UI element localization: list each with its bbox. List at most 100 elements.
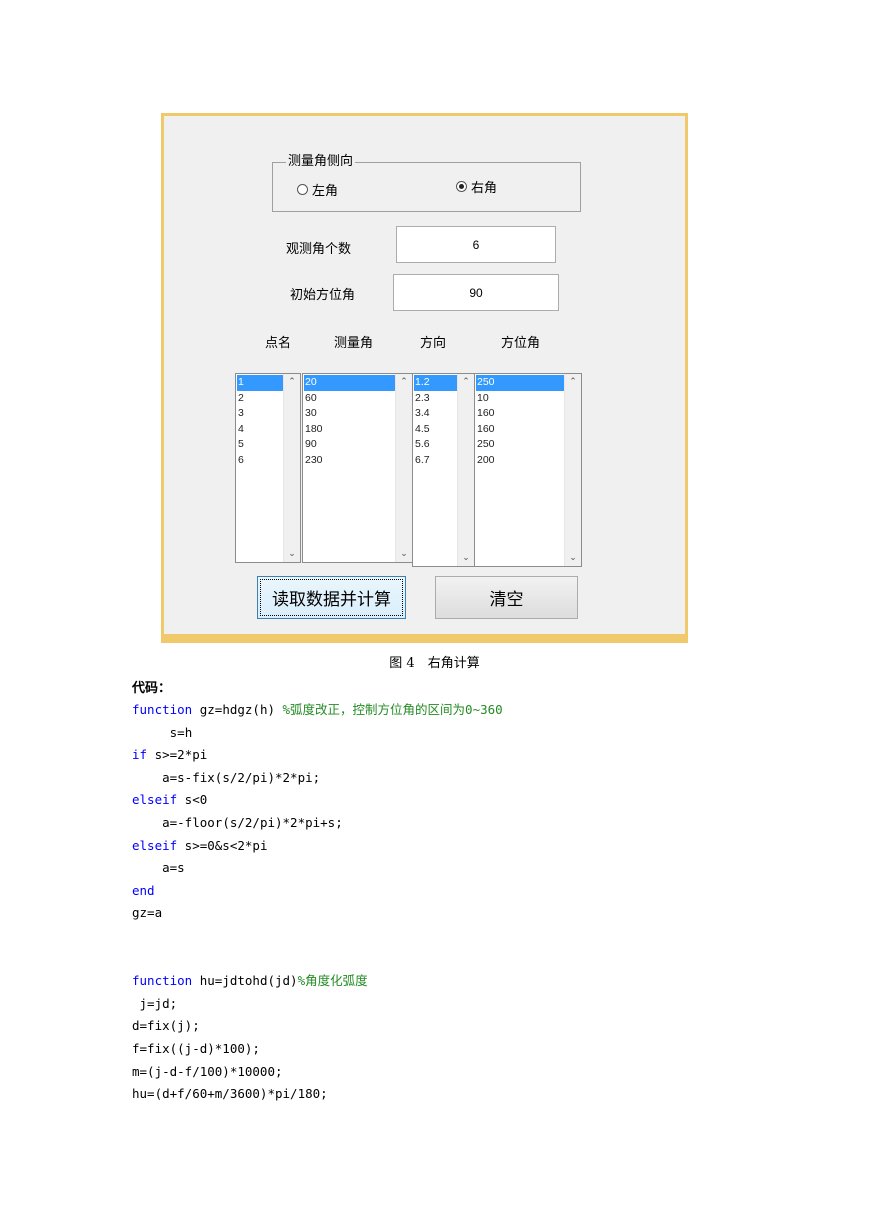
list-item[interactable]: 6.7: [414, 453, 457, 469]
list-item[interactable]: 3.4: [414, 406, 457, 422]
chevron-up-icon[interactable]: ⌃: [396, 375, 412, 389]
chevron-up-icon[interactable]: ⌃: [284, 375, 300, 389]
code-text: m=(j-d-f/100)*10000;: [132, 1063, 283, 1079]
code-comment: %弧度改正，控制方位角的区间为0~360: [282, 702, 503, 717]
angle-side-group-title: 测量角侧向: [286, 154, 356, 170]
chevron-up-icon[interactable]: ⌃: [565, 375, 581, 389]
list-item[interactable]: 4.5: [414, 422, 457, 438]
code-line: m=(j-d-f/100)*10000;: [132, 1061, 503, 1084]
list-item[interactable]: 5: [237, 437, 283, 453]
list-item[interactable]: 10: [476, 391, 564, 407]
list-item[interactable]: 30: [304, 406, 395, 422]
code-text: a=s-fix(s/2/pi)*2*pi;: [162, 769, 321, 785]
code-line: elseif s<0: [132, 789, 503, 812]
code-text: j=jd;: [139, 995, 178, 1011]
list-item[interactable]: 200: [476, 453, 564, 469]
list-item[interactable]: 60: [304, 391, 395, 407]
code-line: elseif s>=0&s<2*pi: [132, 835, 503, 858]
chevron-down-icon[interactable]: ⌄: [396, 547, 412, 561]
gui-window: 测量角侧向 左角 右角 观测角个数 6 初始方位角 90 点名 测量角 方向 方…: [164, 116, 685, 634]
code-text: gz=a: [132, 905, 163, 921]
code-text: s=h: [169, 724, 193, 740]
list-item[interactable]: 1.2: [414, 375, 457, 391]
radio-off-icon: [297, 184, 308, 195]
code-keyword: if: [132, 747, 148, 763]
code-line: a=s: [132, 857, 503, 880]
code-text: gz=hdgz(h): [192, 702, 283, 717]
figure-caption: 图 4 右角计算: [389, 656, 480, 671]
direction-items: 1.2 2.3 3.4 4.5 5.6 6.7: [414, 375, 457, 468]
radio-left-angle[interactable]: 左角: [297, 180, 338, 199]
code-line: a=-floor(s/2/pi)*2*pi+s;: [132, 812, 503, 835]
scrollbar[interactable]: ⌃ ⌄: [564, 374, 581, 566]
list-item[interactable]: 160: [476, 422, 564, 438]
list-item[interactable]: 6: [237, 453, 283, 469]
count-label: 观测角个数: [286, 242, 352, 257]
code-keyword: function: [132, 973, 193, 989]
code-line: end: [132, 880, 503, 903]
code-block: function gz=hdgz(h) %弧度改正，控制方位角的区间为0~360…: [132, 699, 503, 1106]
code-text: a=s: [162, 860, 185, 876]
point-name-listbox[interactable]: 1 2 3 4 5 6 ⌃ ⌄: [235, 373, 301, 563]
list-item[interactable]: 1: [237, 375, 283, 391]
list-item[interactable]: 4: [237, 422, 283, 438]
read-and-compute-button[interactable]: 读取数据并计算: [257, 576, 406, 619]
initial-azimuth-input[interactable]: 90: [393, 274, 559, 311]
scrollbar[interactable]: ⌃ ⌄: [283, 374, 300, 562]
code-text: s<0: [177, 792, 208, 808]
code-keyword: function: [132, 702, 193, 717]
scrollbar[interactable]: ⌃ ⌄: [395, 374, 412, 562]
code-text: hu=jdtohd(jd): [192, 973, 298, 989]
radio-right-angle-label: 右角: [471, 181, 498, 196]
chevron-down-icon[interactable]: ⌄: [565, 551, 581, 565]
code-line: s=h: [132, 722, 503, 745]
azimuth-listbox[interactable]: 250 10 160 160 250 200 ⌃ ⌄: [474, 373, 582, 567]
point-name-items: 1 2 3 4 5 6: [237, 375, 283, 468]
measured-angle-items: 20 60 30 180 90 230: [304, 375, 395, 468]
list-item[interactable]: 230: [304, 453, 395, 469]
code-keyword: elseif: [132, 837, 178, 853]
code-line: j=jd;: [132, 993, 503, 1016]
column-header-azimuth: 方位角: [501, 336, 541, 351]
gui-screenshot-frame: 测量角侧向 左角 右角 观测角个数 6 初始方位角 90 点名 测量角 方向 方…: [161, 113, 688, 643]
direction-listbox[interactable]: 1.2 2.3 3.4 4.5 5.6 6.7 ⌃ ⌄: [412, 373, 475, 567]
count-input[interactable]: 6: [396, 226, 556, 263]
measured-angle-listbox[interactable]: 20 60 30 180 90 230 ⌃ ⌄: [302, 373, 413, 563]
radio-right-angle[interactable]: 右角: [456, 177, 497, 196]
code-text: a=-floor(s/2/pi)*2*pi+s;: [162, 814, 343, 830]
code-line: d=fix(j);: [132, 1015, 503, 1038]
code-text: s>=2*pi: [147, 747, 208, 763]
chevron-down-icon[interactable]: ⌄: [284, 547, 300, 561]
radio-on-icon: [456, 181, 467, 192]
code-line: gz=a: [132, 902, 503, 925]
scrollbar[interactable]: ⌃ ⌄: [457, 374, 474, 566]
angle-side-group: 测量角侧向 左角 右角: [272, 154, 581, 212]
list-item[interactable]: 160: [476, 406, 564, 422]
column-header-direction: 方向: [420, 336, 447, 351]
list-item[interactable]: 2: [237, 391, 283, 407]
list-item[interactable]: 3: [237, 406, 283, 422]
list-item[interactable]: 180: [304, 422, 395, 438]
clear-button[interactable]: 清空: [435, 576, 578, 619]
code-keyword: end: [132, 882, 155, 898]
code-text: s>=0&s<2*pi: [177, 837, 268, 853]
list-item[interactable]: 5.6: [414, 437, 457, 453]
column-header-point-name: 点名: [265, 336, 292, 351]
code-line: f=fix((j-d)*100);: [132, 1038, 503, 1061]
list-item[interactable]: 90: [304, 437, 395, 453]
code-keyword: elseif: [132, 792, 178, 808]
list-item[interactable]: 20: [304, 375, 395, 391]
chevron-up-icon[interactable]: ⌃: [458, 375, 474, 389]
column-header-measured-angle: 测量角: [334, 336, 374, 351]
list-item[interactable]: 250: [476, 437, 564, 453]
initial-azimuth-label: 初始方位角: [290, 288, 356, 303]
chevron-down-icon[interactable]: ⌄: [458, 551, 474, 565]
list-item[interactable]: 250: [476, 375, 564, 391]
code-text: f=fix((j-d)*100);: [132, 1040, 260, 1056]
list-item[interactable]: 2.3: [414, 391, 457, 407]
code-comment: %角度化弧度: [297, 973, 368, 989]
code-line: function gz=hdgz(h) %弧度改正，控制方位角的区间为0~360: [132, 699, 503, 722]
code-text: hu=(d+f/60+m/3600)*pi/180;: [132, 1086, 328, 1102]
